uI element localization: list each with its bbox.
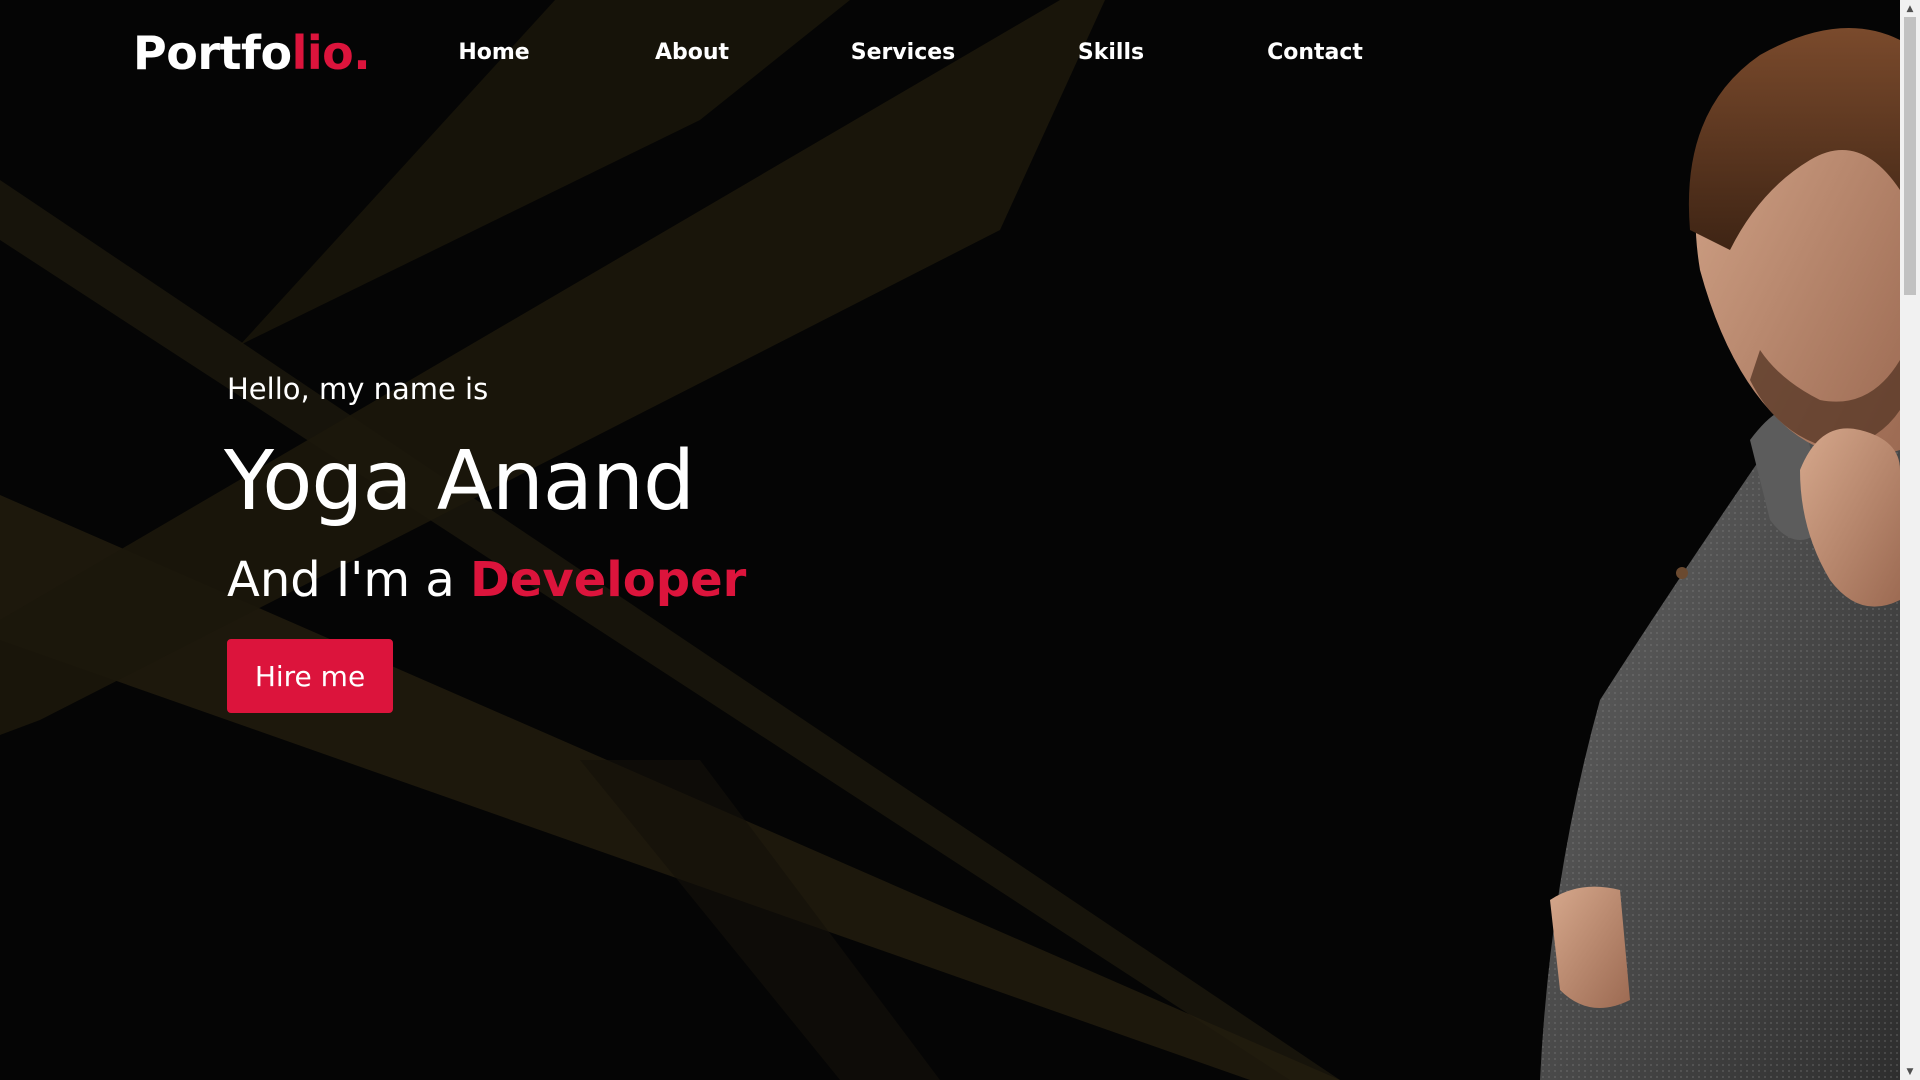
nav-item-home[interactable]: Home <box>458 40 529 65</box>
nav-item-about[interactable]: About <box>655 40 729 65</box>
nav-item-services[interactable]: Services <box>851 40 956 65</box>
hero-role-prefix: And I'm a <box>227 552 455 608</box>
portfolio-page: Portfolio. Home About Services Skills Co… <box>0 0 1920 1080</box>
nav-item-skills[interactable]: Skills <box>1078 40 1144 65</box>
hero-name: Yoga Anand <box>224 434 695 529</box>
triangle-up-icon[interactable]: ▲ <box>1900 0 1920 17</box>
portrait-photo <box>1540 27 1900 1080</box>
hero-role-line: And I'm a Developer <box>227 552 746 608</box>
vertical-scrollbar[interactable]: ▲ ▼ <box>1900 0 1920 1080</box>
hero-role: Developer <box>470 552 747 608</box>
nav-item-contact[interactable]: Contact <box>1267 40 1363 65</box>
hire-me-button[interactable]: Hire me <box>227 639 393 713</box>
scrollbar-thumb[interactable] <box>1904 17 1916 295</box>
triangle-down-icon[interactable]: ▼ <box>1900 1063 1920 1080</box>
hero-greeting: Hello, my name is <box>227 372 489 406</box>
